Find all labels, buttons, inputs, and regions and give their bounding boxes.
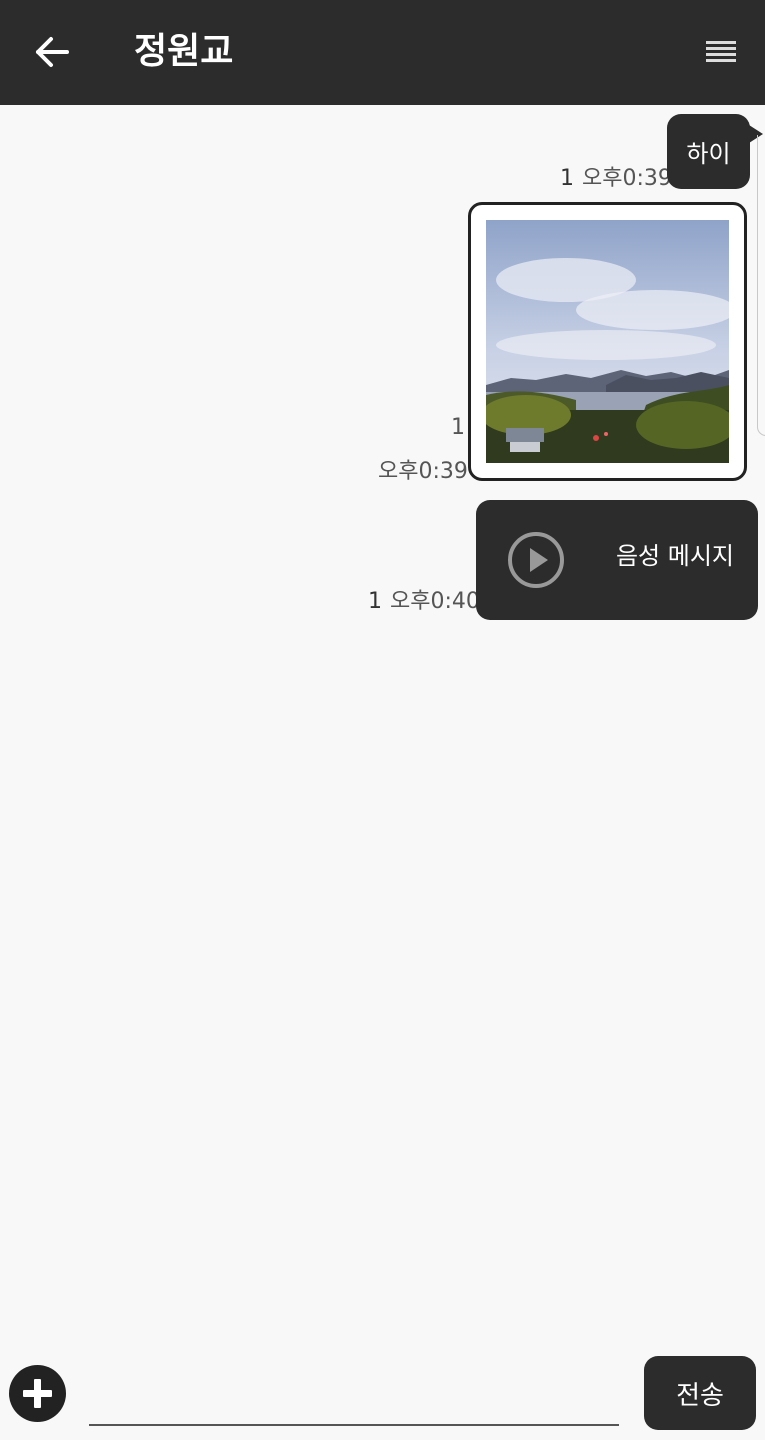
play-circle-icon[interactable] [506,530,566,590]
back-button[interactable] [22,24,82,80]
unread-count: 1 [560,166,574,191]
attach-button[interactable] [9,1365,66,1422]
message-bubble[interactable]: 하이 [667,114,750,189]
menu-lines-icon [706,41,736,62]
send-button[interactable]: 전송 [644,1356,756,1430]
message-meta: 1 오후0:39 [560,160,672,192]
voice-message-label: 음성 메시지 [615,542,734,570]
image-message[interactable] [468,202,747,481]
message-meta: 1 오후0:40 [368,583,480,615]
message-unread: 1 [451,415,465,440]
arrow-left-icon [36,37,69,67]
landscape-photo[interactable] [486,220,729,463]
app-bar: 정원교 [0,0,765,105]
page-title: 정원교 [134,31,234,72]
unread-count: 1 [451,415,465,440]
edge-divider [757,135,765,436]
message-input[interactable] [89,1376,619,1426]
chat-area[interactable]: 1 오후0:39 하이 1 오후0:39 1 오후0:40 음성 메시지 [0,105,765,1335]
message-meta: 오후0:39 [378,453,468,485]
plus-circle-icon [23,1379,52,1408]
input-bar: 전송 [0,1340,765,1440]
message-text: 하이 [686,140,731,168]
menu-button[interactable] [697,30,745,74]
message-time: 오후0:39 [378,459,468,484]
unread-count: 1 [368,589,382,614]
message-time: 오후0:39 [582,166,672,191]
voice-message[interactable]: 음성 메시지 [476,500,758,620]
message-time: 오후0:40 [390,589,480,614]
